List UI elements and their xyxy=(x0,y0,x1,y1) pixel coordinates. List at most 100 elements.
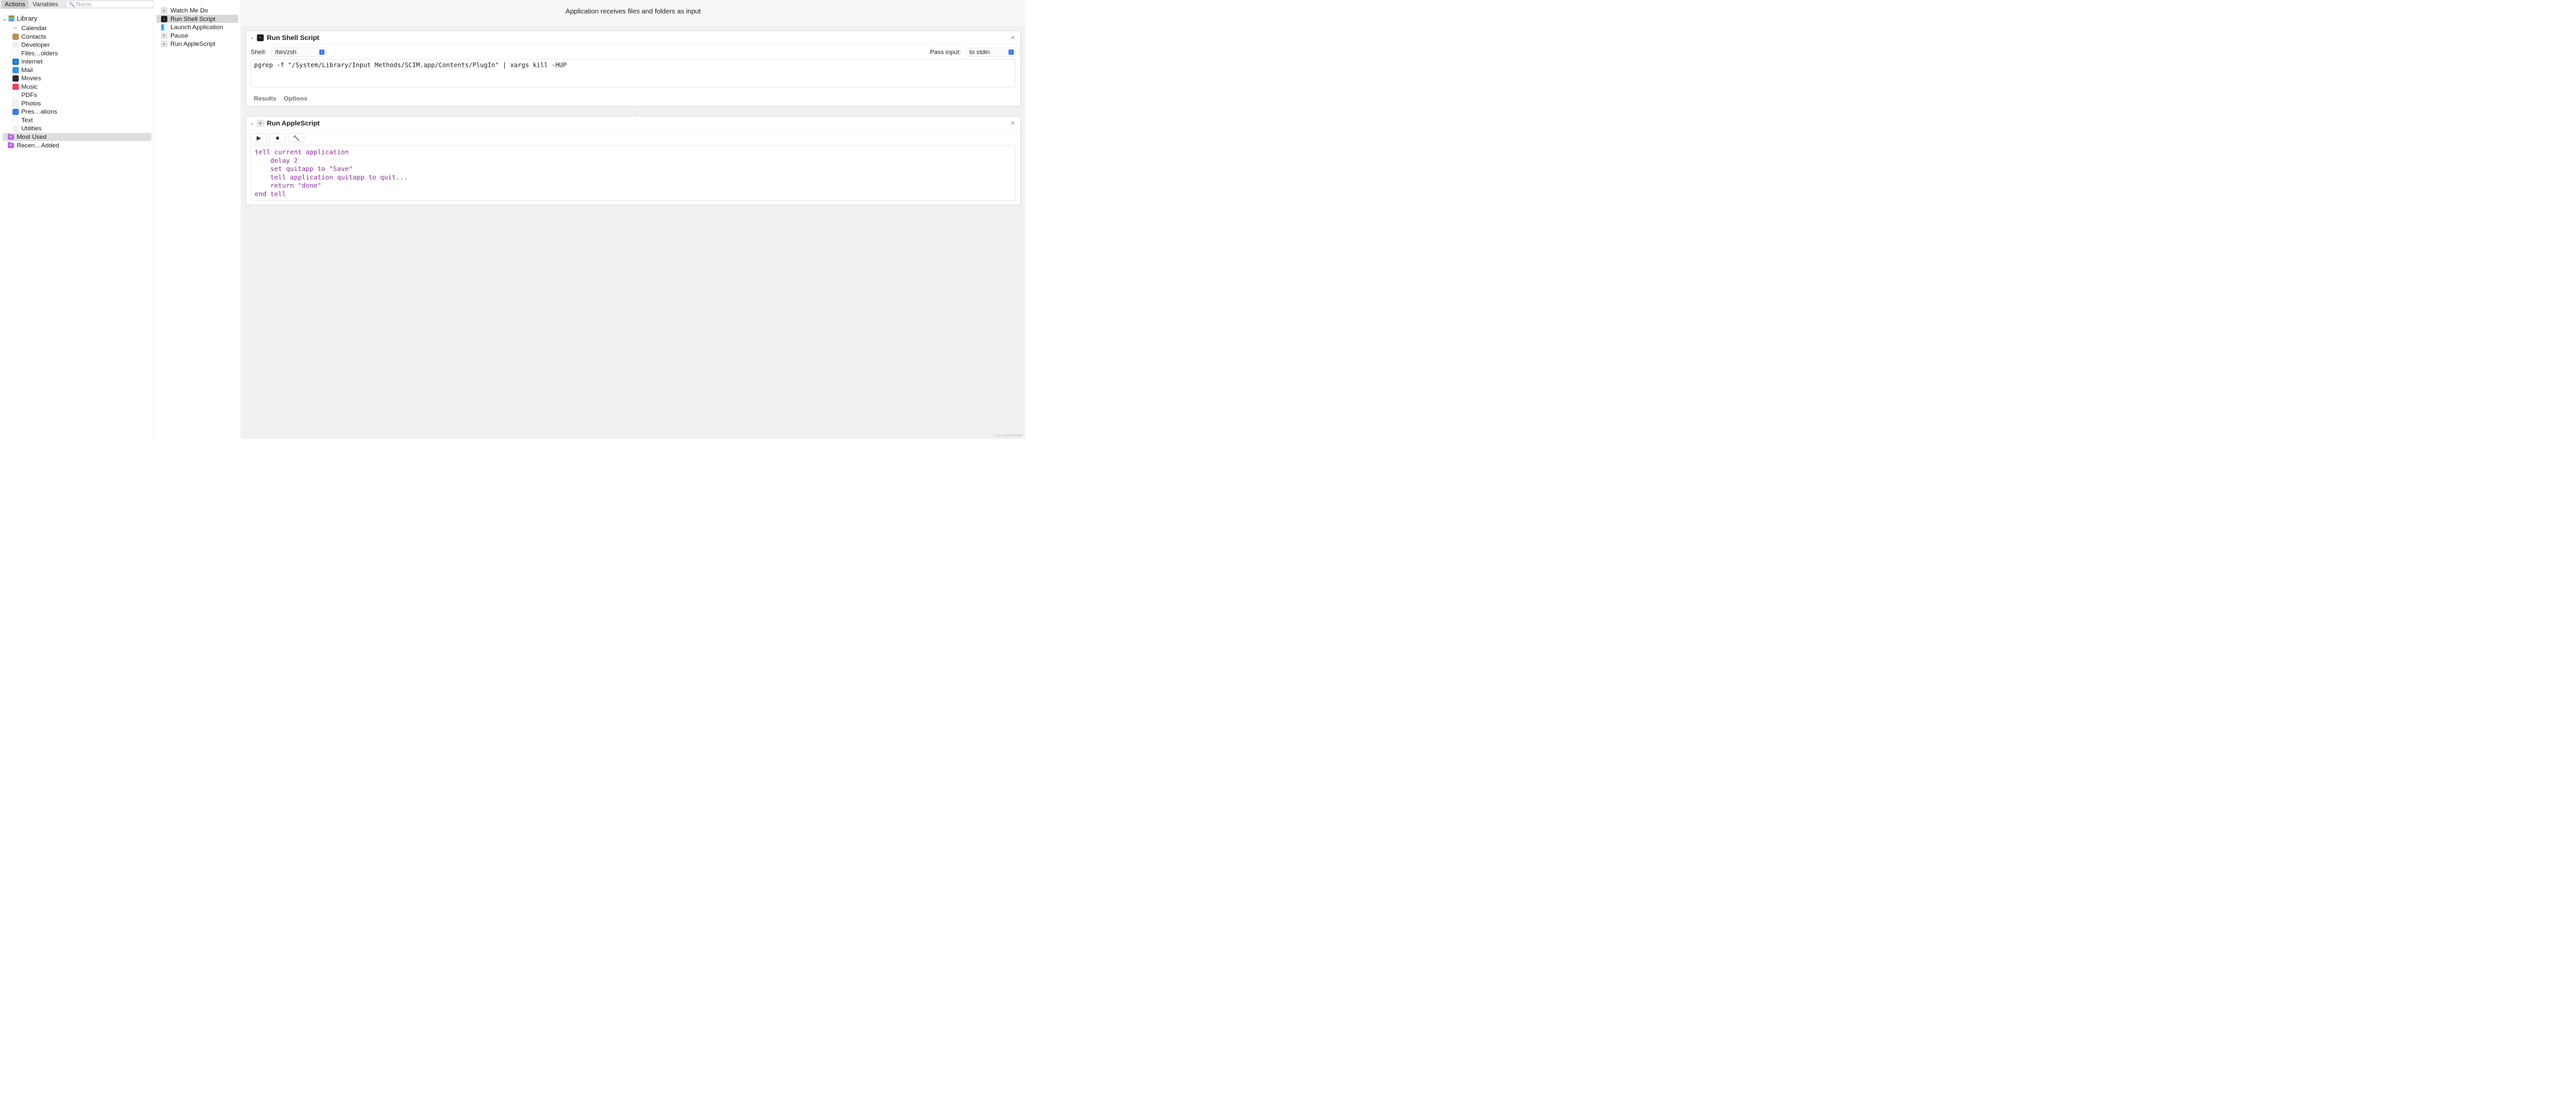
sidebar-item-label: Calendar xyxy=(22,25,47,32)
sidebar-item-files-olders[interactable]: Files…olders xyxy=(11,49,152,57)
step-run-applescript[interactable]: ⌄ Run AppleScript ✕ ▶ ■ 🔨 tell current a… xyxy=(246,117,1020,205)
terminal-icon xyxy=(257,34,263,41)
library-tree: ⌄ Library CalendarContactsDeveloper Files… xyxy=(0,9,153,439)
step-header[interactable]: ⌄ Run Shell Script ✕ xyxy=(246,31,1020,45)
results-tab[interactable]: Results xyxy=(254,95,277,102)
smart-group-recen-added[interactable]: Recen…Added xyxy=(3,141,151,149)
step-title: Run Shell Script xyxy=(267,33,320,41)
category-icon xyxy=(12,58,19,65)
smart-groups: Most UsedRecen…Added xyxy=(0,133,153,149)
category-icon xyxy=(12,100,19,107)
workflow-input-description: Application receives files and folders a… xyxy=(241,0,1025,27)
sidebar-item-label: Internet xyxy=(22,58,43,65)
smart-folder-icon xyxy=(8,134,14,140)
close-icon[interactable]: ✕ xyxy=(1009,34,1016,41)
pass-input-label: Pass input: xyxy=(930,48,961,56)
library-root[interactable]: ⌄ Library xyxy=(0,13,153,24)
smart-group-label: Most Used xyxy=(16,134,46,141)
action-pause[interactable]: Pause xyxy=(156,31,238,39)
chevron-down-icon[interactable]: ⌄ xyxy=(3,16,7,20)
compile-button[interactable]: 🔨 xyxy=(288,133,304,142)
search-input[interactable] xyxy=(76,1,151,7)
category-icon xyxy=(12,50,19,57)
sidebar-item-text[interactable]: Text xyxy=(11,116,152,124)
search-icon: 🔍 xyxy=(69,1,75,7)
step-run-shell-script[interactable]: ⌄ Run Shell Script ✕ Shell: /bin/zsh ▴▾ xyxy=(246,31,1020,106)
step-header[interactable]: ⌄ Run AppleScript ✕ xyxy=(246,117,1020,130)
sidebar-item-label: Music xyxy=(22,83,38,90)
run-button[interactable]: ▶ xyxy=(251,133,267,142)
workflow-pane: Application receives files and folders a… xyxy=(241,0,1025,439)
action-label: Watch Me Do xyxy=(170,7,208,14)
sidebar-item-pdfs[interactable]: PDFs xyxy=(11,91,152,99)
category-icon xyxy=(12,75,19,82)
sidebar-item-photos[interactable]: Photos xyxy=(11,100,152,107)
action-icon xyxy=(161,33,168,39)
sidebar-item-music[interactable]: Music xyxy=(11,83,152,90)
sidebar-item-mail[interactable]: Mail xyxy=(11,66,152,74)
action-icon xyxy=(161,16,168,22)
close-icon[interactable]: ✕ xyxy=(1009,120,1016,126)
sidebar-item-internet[interactable]: Internet xyxy=(11,58,152,65)
sidebar-item-utilities[interactable]: Utilities xyxy=(11,124,152,132)
action-icon xyxy=(161,7,168,14)
category-icon xyxy=(12,67,19,73)
sidebar-item-calendar[interactable]: Calendar xyxy=(11,24,152,32)
action-watch-me-do[interactable]: Watch Me Do xyxy=(156,7,238,14)
app-root: Actions Variables 🔍 ⌄ Library CalendarCo… xyxy=(0,0,1025,439)
library-label: Library xyxy=(16,14,37,22)
smart-group-most-used[interactable]: Most Used xyxy=(3,133,151,141)
action-label: Pause xyxy=(170,32,188,39)
smart-folder-icon xyxy=(8,143,14,148)
action-launch-application[interactable]: Launch Application xyxy=(156,23,238,31)
action-run-shell-script[interactable]: Run Shell Script xyxy=(156,15,238,23)
select-arrows-icon: ▴▾ xyxy=(1008,50,1014,55)
sidebar-item-label: Mail xyxy=(22,66,33,73)
tab-actions[interactable]: Actions xyxy=(1,0,28,9)
category-icon xyxy=(12,42,19,48)
sidebar-tabbar: Actions Variables 🔍 xyxy=(0,0,153,9)
workflow-canvas[interactable]: ⌄ Run Shell Script ✕ Shell: /bin/zsh ▴▾ xyxy=(241,27,1025,439)
search-field[interactable]: 🔍 xyxy=(66,1,153,8)
sidebar-item-label: Utilities xyxy=(22,124,42,132)
smart-group-label: Recen…Added xyxy=(16,141,59,149)
tab-variables[interactable]: Variables xyxy=(29,0,62,9)
sidebar-item-label: Movies xyxy=(22,75,41,82)
options-tab[interactable]: Options xyxy=(284,95,307,102)
library-items: CalendarContactsDeveloper Files…oldersInt… xyxy=(0,24,153,132)
sidebar-item-label: Text xyxy=(22,117,33,124)
shell-script-textarea[interactable] xyxy=(251,59,1016,87)
applescript-textarea[interactable]: tell current application delay 2 set qui… xyxy=(251,145,1016,201)
action-run-applescript[interactable]: Run AppleScript xyxy=(156,40,238,48)
action-icon xyxy=(161,24,168,31)
step-connector xyxy=(246,109,1020,115)
sidebar-item-developer[interactable]: Developer xyxy=(11,41,152,48)
sidebar-item-label: Photos xyxy=(22,100,41,107)
category-icon xyxy=(12,84,19,90)
category-icon xyxy=(12,117,19,124)
pass-input-select[interactable]: to stdin ▴▾ xyxy=(966,48,1016,57)
stop-button[interactable]: ■ xyxy=(270,133,286,142)
script-toolbar: ▶ ■ 🔨 xyxy=(251,133,1016,142)
sidebar-item-movies[interactable]: Movies xyxy=(11,74,152,82)
sidebar-item-label: Contacts xyxy=(22,33,46,40)
category-icon xyxy=(12,33,19,40)
shell-value: /bin/zsh xyxy=(275,48,297,56)
sidebar-item-pres-ations[interactable]: Pres…ations xyxy=(11,107,152,115)
library-icon xyxy=(9,15,15,22)
step-body: ▶ ■ 🔨 tell current application delay 2 s… xyxy=(246,130,1020,205)
sidebar-item-label: Files…olders xyxy=(22,50,58,57)
pass-input-value: to stdin xyxy=(970,48,990,56)
chevron-down-icon[interactable]: ⌄ xyxy=(250,121,254,126)
sidebar-item-label: Pres…ations xyxy=(22,108,58,115)
shell-select[interactable]: /bin/zsh ▴▾ xyxy=(272,48,327,57)
watermark: CSDN @故苹的故障 xyxy=(993,433,1022,438)
step-title: Run AppleScript xyxy=(267,119,320,127)
sidebar-item-contacts[interactable]: Contacts xyxy=(11,33,152,41)
category-icon xyxy=(12,92,19,98)
sidebar-item-label: Developer xyxy=(22,41,50,48)
chevron-down-icon[interactable]: ⌄ xyxy=(250,35,254,40)
step-footer: Results Options xyxy=(246,92,1020,106)
action-label: Launch Application xyxy=(170,24,223,31)
sidebar-item-label: PDFs xyxy=(22,91,37,98)
